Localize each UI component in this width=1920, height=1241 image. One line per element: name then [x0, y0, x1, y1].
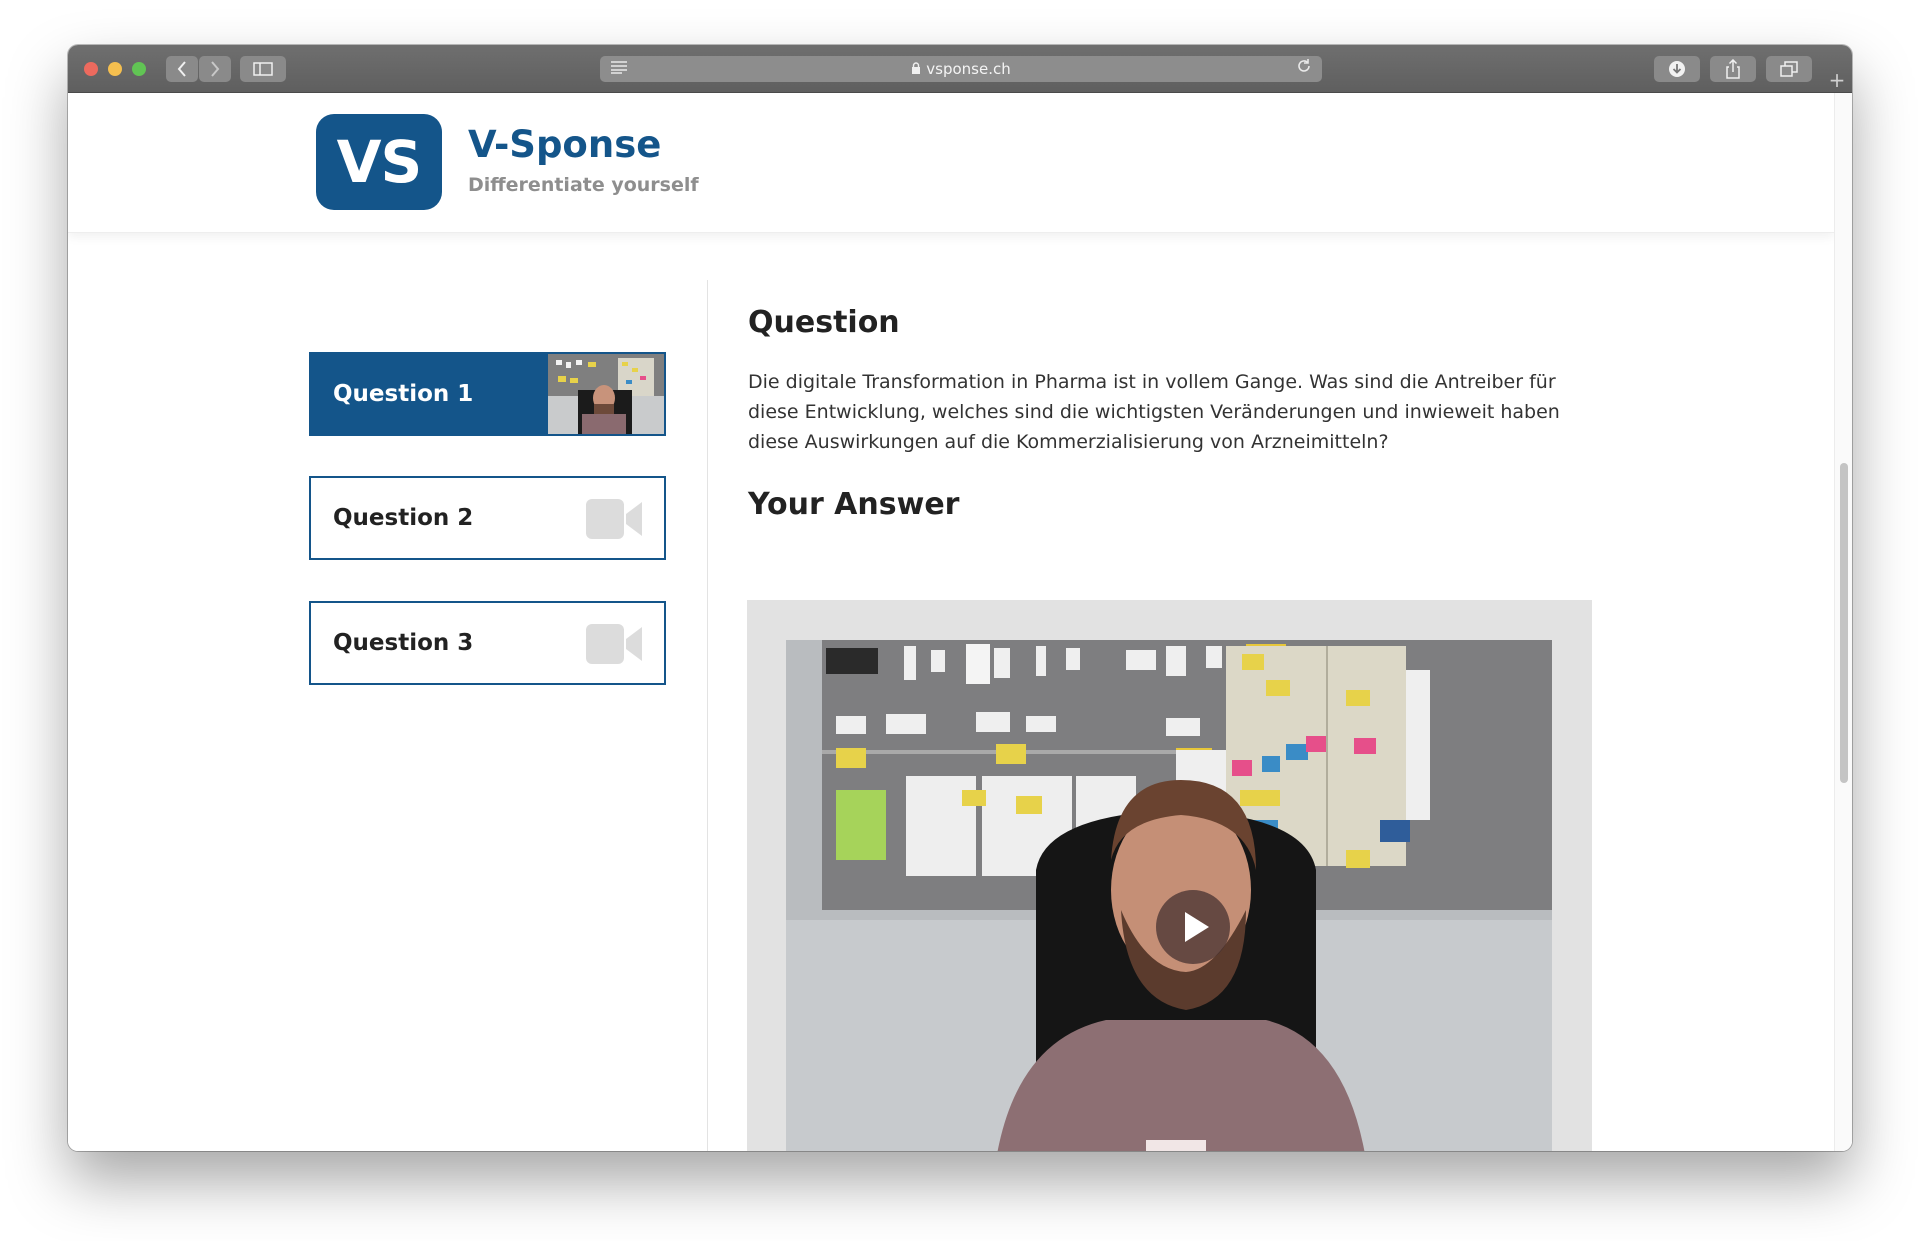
minimize-window-button[interactable]	[108, 62, 122, 76]
question-3-card[interactable]: Question 3	[309, 601, 666, 685]
video-thumbnail	[548, 354, 664, 434]
browser-toolbar: vsponse.ch +	[68, 45, 1852, 93]
new-tab-button[interactable]: +	[1822, 67, 1852, 93]
address-bar[interactable]: vsponse.ch	[600, 56, 1322, 82]
download-icon	[1669, 61, 1685, 77]
chevron-left-icon	[177, 61, 186, 77]
question-2-card[interactable]: Question 2	[309, 476, 666, 560]
scrollbar-thumb[interactable]	[1840, 463, 1848, 783]
close-window-button[interactable]	[84, 62, 98, 76]
video-camera-icon	[586, 624, 642, 664]
share-icon	[1726, 59, 1740, 79]
share-button[interactable]	[1710, 56, 1756, 82]
sidebar-icon	[253, 62, 273, 76]
chevron-right-icon	[211, 61, 220, 77]
question-text: Die digitale Transformation in Pharma is…	[748, 371, 1560, 453]
brand-name[interactable]: V-Sponse	[468, 123, 661, 166]
video-frame-image	[786, 640, 1552, 1151]
question-label: Question 1	[333, 381, 474, 407]
question-heading: Question	[748, 305, 900, 340]
page-scrollbar[interactable]	[1834, 93, 1852, 1151]
video-camera-icon	[586, 499, 642, 539]
zoom-window-button[interactable]	[132, 62, 146, 76]
answer-video[interactable]	[786, 640, 1552, 1151]
answer-video-frame	[747, 600, 1592, 1151]
back-button[interactable]	[166, 56, 198, 82]
answer-heading: Your Answer	[748, 487, 960, 522]
brand-tagline: Differentiate yourself	[468, 174, 699, 196]
sidebar-toggle-button[interactable]	[240, 56, 286, 82]
column-divider	[707, 280, 708, 1151]
browser-window: vsponse.ch + VS V-Sponse Differentiate y…	[68, 45, 1852, 1151]
downloads-button[interactable]	[1654, 56, 1700, 82]
lock-icon	[911, 61, 921, 77]
site-logo[interactable]: VS	[316, 114, 442, 210]
page-viewport: VS V-Sponse Differentiate yourself Quest…	[68, 93, 1852, 1151]
question-1-card[interactable]: Question 1	[309, 352, 666, 436]
url-text: vsponse.ch	[926, 60, 1011, 78]
play-button[interactable]	[1156, 890, 1230, 964]
plus-icon: +	[1828, 68, 1846, 92]
tabs-icon	[1780, 61, 1798, 77]
reader-icon[interactable]	[610, 60, 628, 78]
tab-overview-button[interactable]	[1766, 56, 1812, 82]
play-icon	[1185, 912, 1209, 942]
site-header: VS V-Sponse Differentiate yourself	[68, 93, 1834, 233]
logo-text: VS	[336, 128, 423, 196]
question-label: Question 2	[333, 505, 474, 531]
reload-icon[interactable]	[1296, 58, 1312, 79]
forward-button[interactable]	[199, 56, 231, 82]
question-label: Question 3	[333, 630, 474, 656]
